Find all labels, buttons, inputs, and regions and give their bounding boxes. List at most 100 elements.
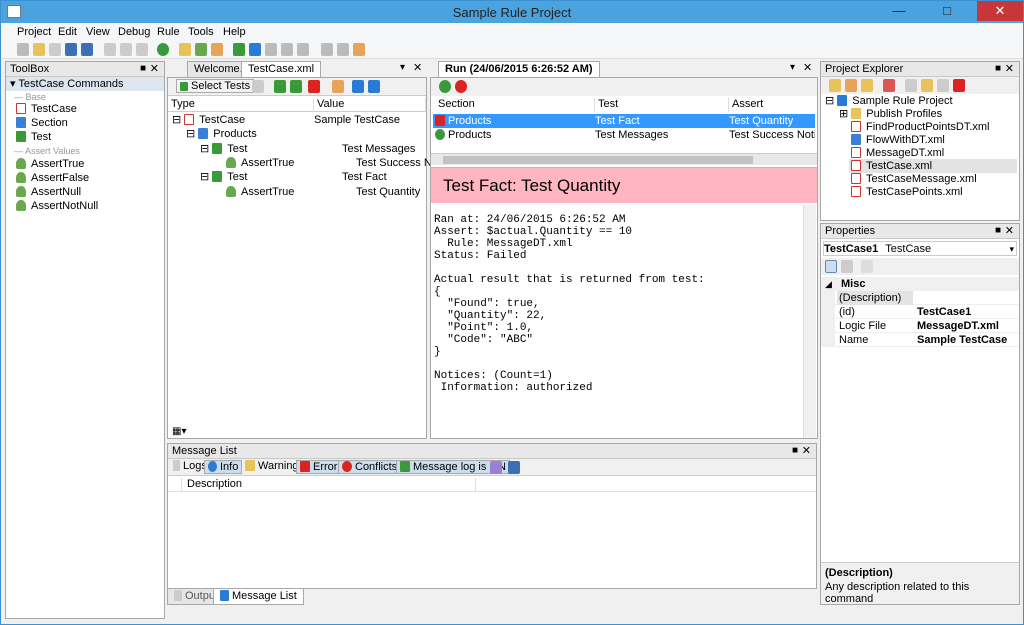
menu-debug[interactable]: Debug <box>118 26 150 38</box>
tree-row-test-messages[interactable]: ⊟ Test Test Messages <box>200 142 422 156</box>
close-icon[interactable]: ✕ <box>150 62 159 76</box>
package-icon[interactable] <box>353 43 365 56</box>
save-all-icon[interactable] <box>81 43 93 56</box>
tab-close-icon[interactable]: ✕ <box>803 61 812 74</box>
categorized-icon[interactable] <box>825 260 837 273</box>
delete-file-icon[interactable] <box>953 79 965 92</box>
col-type[interactable]: Type <box>168 98 314 112</box>
vertical-scrollbar[interactable] <box>803 205 816 438</box>
toolbox-item-assertnotnull[interactable]: AssertNotNull <box>16 199 98 213</box>
menu-tools[interactable]: Tools <box>188 26 214 38</box>
property-row[interactable]: (Description) <box>821 291 1019 305</box>
tab-testcase[interactable]: TestCase.xml <box>241 61 322 77</box>
pin-icon[interactable]: ■ <box>995 62 1001 76</box>
col-assert[interactable]: Assert <box>729 98 817 112</box>
cut-icon[interactable] <box>104 43 116 56</box>
col-test[interactable]: Test <box>595 98 729 112</box>
remove-icon[interactable] <box>368 80 380 93</box>
close-icon[interactable]: ✕ <box>1005 224 1014 238</box>
open-folder-icon[interactable] <box>861 79 873 92</box>
tab-dropdown-icon[interactable]: ▾ <box>400 62 405 73</box>
new-icon[interactable] <box>17 43 29 56</box>
open-icon[interactable] <box>33 43 45 56</box>
close-button[interactable]: ✕ <box>977 1 1023 21</box>
conflicts-button[interactable]: Conflicts <box>338 460 402 474</box>
col-value[interactable]: Value <box>314 98 426 112</box>
info-button[interactable]: Info <box>204 460 243 474</box>
paste-icon[interactable] <box>136 43 148 56</box>
tree-item[interactable]: FindProductPointsDT.xml <box>851 120 990 134</box>
add-icon[interactable] <box>352 80 364 93</box>
category-row[interactable]: ◢ Misc <box>821 277 1019 291</box>
tree-row-testcase[interactable]: ⊟ TestCase Sample TestCase <box>172 113 422 127</box>
pin-icon[interactable]: ■ <box>995 224 1001 238</box>
eraser-icon[interactable] <box>490 461 502 474</box>
col-description[interactable]: Description <box>184 478 476 492</box>
tree-item[interactable]: TestCasePoints.xml <box>851 185 963 199</box>
rerun-icon[interactable] <box>439 80 451 93</box>
copy-icon[interactable] <box>120 43 132 56</box>
file-icon[interactable] <box>937 79 949 92</box>
layout-menu-icon[interactable]: ▦▾ <box>172 426 186 437</box>
open-folder-icon[interactable] <box>49 43 61 56</box>
restart-icon[interactable] <box>281 43 293 56</box>
document-icon[interactable] <box>179 43 191 56</box>
toolbox-item-assertnull[interactable]: AssertNull <box>16 185 81 199</box>
new-folder-icon[interactable] <box>829 79 841 92</box>
toolbox-item-section[interactable]: Section <box>16 116 68 130</box>
tree-row-assert-1[interactable]: AssertTrue Test Success Noti <box>226 156 443 170</box>
menu-rule[interactable]: Rule <box>157 26 180 38</box>
step-icon[interactable] <box>297 43 309 56</box>
stop-icon[interactable] <box>265 43 277 56</box>
tab-dropdown-icon[interactable]: ▾ <box>790 62 795 73</box>
new-file-icon[interactable] <box>905 79 917 92</box>
toolbox-item-asserttrue[interactable]: AssertTrue <box>16 157 84 171</box>
pin-icon[interactable]: ■ <box>140 62 146 76</box>
tree-item[interactable]: MessageDT.xml <box>851 146 944 160</box>
property-row[interactable]: Name Sample TestCase <box>821 333 1019 347</box>
tree-item[interactable]: FlowWithDT.xml <box>851 133 945 147</box>
tree-row-test-fact[interactable]: ⊟ Test Test Fact <box>200 170 422 184</box>
pin-icon[interactable]: ■ <box>792 444 798 458</box>
menu-view[interactable]: View <box>86 26 110 38</box>
add-folder-icon[interactable] <box>845 79 857 92</box>
col-icon[interactable] <box>168 478 182 492</box>
result-row[interactable]: Products Test Messages Test Success Noti… <box>433 128 815 142</box>
tree-item[interactable]: ⊞ Publish Profiles <box>839 107 942 121</box>
object-selector[interactable]: TestCase1 TestCase ▾ <box>823 241 1017 256</box>
check-document-icon[interactable] <box>195 43 207 56</box>
menu-help[interactable]: Help <box>223 26 246 38</box>
save-icon[interactable] <box>65 43 77 56</box>
close-icon[interactable]: ✕ <box>802 444 811 458</box>
export-icon[interactable] <box>211 43 223 56</box>
run-icon[interactable] <box>249 43 261 56</box>
save-log-icon[interactable] <box>508 461 520 474</box>
toolbox-item-assertfalse[interactable]: AssertFalse <box>16 171 89 185</box>
rerun-failed-icon[interactable] <box>455 80 467 93</box>
tree-root[interactable]: ⊟ Sample Rule Project <box>825 94 953 108</box>
tab-close-icon[interactable]: ✕ <box>413 61 422 74</box>
tree-row-assert-2[interactable]: AssertTrue Test Quantity <box>226 185 422 199</box>
document-icon[interactable] <box>252 80 264 93</box>
toolbox-group[interactable]: ▾ TestCase Commands <box>6 77 164 91</box>
step-into-icon[interactable] <box>321 43 333 56</box>
tab-message-list[interactable]: Message List <box>213 589 304 605</box>
sort-az-icon[interactable] <box>841 260 853 273</box>
tree-item-selected[interactable]: TestCase.xml <box>849 159 1017 173</box>
minimize-button[interactable]: — <box>885 1 913 21</box>
move-down-icon[interactable] <box>290 80 302 93</box>
maximize-button[interactable]: □ <box>933 1 961 21</box>
tree-item[interactable]: TestCaseMessage.xml <box>851 172 977 186</box>
delete-icon[interactable] <box>308 80 320 93</box>
tab-run[interactable]: Run (24/06/2015 6:26:52 AM) <box>438 61 600 77</box>
refresh-icon[interactable] <box>157 43 169 56</box>
properties-icon[interactable] <box>332 80 344 93</box>
grid-icon[interactable] <box>883 79 895 92</box>
select-tests-button[interactable]: Select Tests <box>176 79 255 93</box>
horizontal-scrollbar[interactable] <box>431 153 817 165</box>
move-up-icon[interactable] <box>274 80 286 93</box>
menu-edit[interactable]: Edit <box>58 26 77 38</box>
col-section[interactable]: Section <box>435 98 595 112</box>
property-row[interactable]: Logic File MessageDT.xml <box>821 319 1019 333</box>
step-over-icon[interactable] <box>337 43 349 56</box>
